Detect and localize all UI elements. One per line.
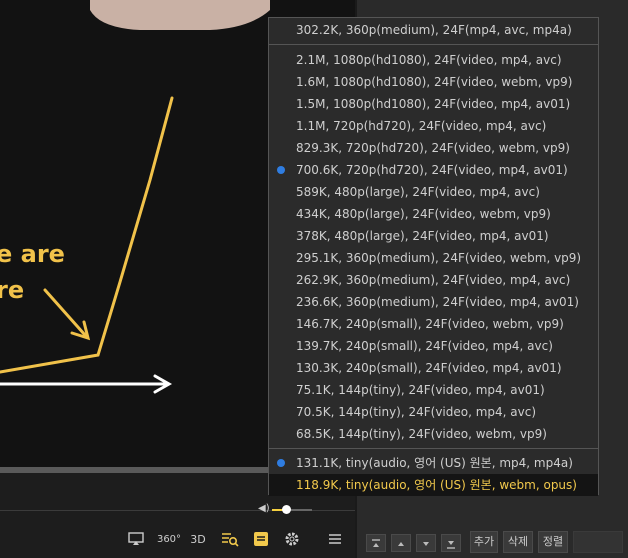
playlist-delete-button[interactable]: 삭제 (503, 531, 533, 553)
volume-control[interactable]: ◀) (258, 503, 318, 517)
quality-menu-item-video[interactable]: 1.6M, 1080p(hd1080), 24F(video, webm, vp… (269, 71, 598, 93)
menu-item-label: 262.9K, 360p(medium), 24F(video, mp4, av… (296, 273, 571, 287)
menu-item-label: 75.1K, 144p(tiny), 24F(video, mp4, av01) (296, 383, 545, 397)
menu-item-label: 139.7K, 240p(small), 24F(video, mp4, avc… (296, 339, 553, 353)
volume-knob[interactable] (281, 505, 291, 514)
menu-item-label: 2.1M, 1080p(hd1080), 24F(video, mp4, avc… (296, 53, 562, 67)
menu-item-label: 68.5K, 144p(tiny), 24F(video, webm, vp9) (296, 427, 547, 441)
3d-icon[interactable]: 3D (188, 529, 208, 549)
menu-item-label: 302.2K, 360p(medium), 24F(mp4, avc, mp4a… (296, 23, 572, 37)
menu-item-label: 130.3K, 240p(small), 24F(video, mp4, av0… (296, 361, 562, 375)
video-overlay-line2: re (0, 276, 24, 304)
move-bottom-button[interactable] (441, 534, 461, 552)
360-icon[interactable]: 360° (157, 529, 181, 549)
menu-item-label: 1.6M, 1080p(hd1080), 24F(video, webm, vp… (296, 75, 573, 89)
quality-menu-item-video[interactable]: 139.7K, 240p(small), 24F(video, mp4, avc… (269, 335, 598, 357)
quality-menu-item-audio[interactable]: 131.1K, tiny(audio, 영어 (US) 원본, mp4, mp4… (269, 452, 598, 474)
video-overlay-line1: e are (0, 240, 65, 268)
menu-item-label: 146.7K, 240p(small), 24F(video, webm, vp… (296, 317, 564, 331)
quality-menu-item-video[interactable]: 829.3K, 720p(hd720), 24F(video, webm, vp… (269, 137, 598, 159)
quality-menu-item-video[interactable]: 75.1K, 144p(tiny), 24F(video, mp4, av01) (269, 379, 598, 401)
menu-item-label: 700.6K, 720p(hd720), 24F(video, mp4, av0… (296, 163, 568, 177)
playlist-sort-button[interactable]: 정렬 (538, 531, 568, 553)
subtitle-icon[interactable] (251, 529, 271, 549)
selected-radio-icon (277, 459, 285, 467)
quality-menu-item-video[interactable]: 378K, 480p(large), 24F(video, mp4, av01) (269, 225, 598, 247)
move-top-button[interactable] (366, 534, 386, 552)
move-down-button[interactable] (416, 534, 436, 552)
menu-item-label: 378K, 480p(large), 24F(video, mp4, av01) (296, 229, 549, 243)
quality-menu-item-video[interactable]: 262.9K, 360p(medium), 24F(video, mp4, av… (269, 269, 598, 291)
menu-separator (269, 448, 598, 449)
quality-menu-item-video[interactable]: 589K, 480p(large), 24F(video, mp4, avc) (269, 181, 598, 203)
playlist-add-button[interactable]: 추가 (470, 531, 498, 553)
quality-menu-item-video[interactable]: 130.3K, 240p(small), 24F(video, mp4, av0… (269, 357, 598, 379)
menu-item-label: 1.1M, 720p(hd720), 24F(video, mp4, avc) (296, 119, 547, 133)
quality-dropdown-menu: 302.2K, 360p(medium), 24F(mp4, avc, mp4a… (268, 17, 599, 496)
control-bar: 360° 3D (0, 521, 355, 558)
airplay-icon[interactable] (126, 529, 146, 549)
speaker-icon[interactable]: ◀) (258, 503, 270, 514)
quality-menu-item-video[interactable]: 1.5M, 1080p(hd1080), 24F(video, mp4, av0… (269, 93, 598, 115)
menu-item-label: 236.6K, 360p(medium), 24F(video, mp4, av… (296, 295, 579, 309)
quality-menu-item-combined[interactable]: 302.2K, 360p(medium), 24F(mp4, avc, mp4a… (269, 19, 598, 41)
menu-item-label: 295.1K, 360p(medium), 24F(video, webm, v… (296, 251, 582, 265)
quality-menu-item-video[interactable]: 236.6K, 360p(medium), 24F(video, mp4, av… (269, 291, 598, 313)
playlist-toolbar-spacer (573, 531, 623, 553)
selected-radio-icon (277, 166, 285, 174)
settings-gear-icon[interactable] (282, 529, 302, 549)
menu-item-label: 589K, 480p(large), 24F(video, mp4, avc) (296, 185, 540, 199)
quality-menu-item-video[interactable]: 2.1M, 1080p(hd1080), 24F(video, mp4, avc… (269, 49, 598, 71)
menu-icon[interactable] (325, 529, 345, 549)
quality-menu-item-video[interactable]: 70.5K, 144p(tiny), 24F(video, mp4, avc) (269, 401, 598, 423)
menu-item-label: 70.5K, 144p(tiny), 24F(video, mp4, avc) (296, 405, 537, 419)
playlist-search-icon[interactable] (220, 529, 240, 549)
quality-menu-item-audio[interactable]: 118.9K, tiny(audio, 영어 (US) 원본, webm, op… (269, 474, 598, 496)
quality-menu-item-video[interactable]: 700.6K, 720p(hd720), 24F(video, mp4, av0… (269, 159, 598, 181)
quality-menu-item-video[interactable]: 434K, 480p(large), 24F(video, webm, vp9) (269, 203, 598, 225)
quality-menu-item-video[interactable]: 295.1K, 360p(medium), 24F(video, webm, v… (269, 247, 598, 269)
menu-item-label: 1.5M, 1080p(hd1080), 24F(video, mp4, av0… (296, 97, 571, 111)
quality-menu-item-video[interactable]: 146.7K, 240p(small), 24F(video, webm, vp… (269, 313, 598, 335)
menu-item-label: 829.3K, 720p(hd720), 24F(video, webm, vp… (296, 141, 570, 155)
quality-menu-item-video[interactable]: 68.5K, 144p(tiny), 24F(video, webm, vp9) (269, 423, 598, 445)
quality-menu-item-video[interactable]: 1.1M, 720p(hd720), 24F(video, mp4, avc) (269, 115, 598, 137)
menu-item-label: 131.1K, tiny(audio, 영어 (US) 원본, mp4, mp4… (296, 456, 573, 470)
menu-item-label: 118.9K, tiny(audio, 영어 (US) 원본, webm, op… (296, 478, 577, 492)
menu-separator (269, 44, 598, 45)
menu-item-label: 434K, 480p(large), 24F(video, webm, vp9) (296, 207, 551, 221)
move-up-button[interactable] (391, 534, 411, 552)
